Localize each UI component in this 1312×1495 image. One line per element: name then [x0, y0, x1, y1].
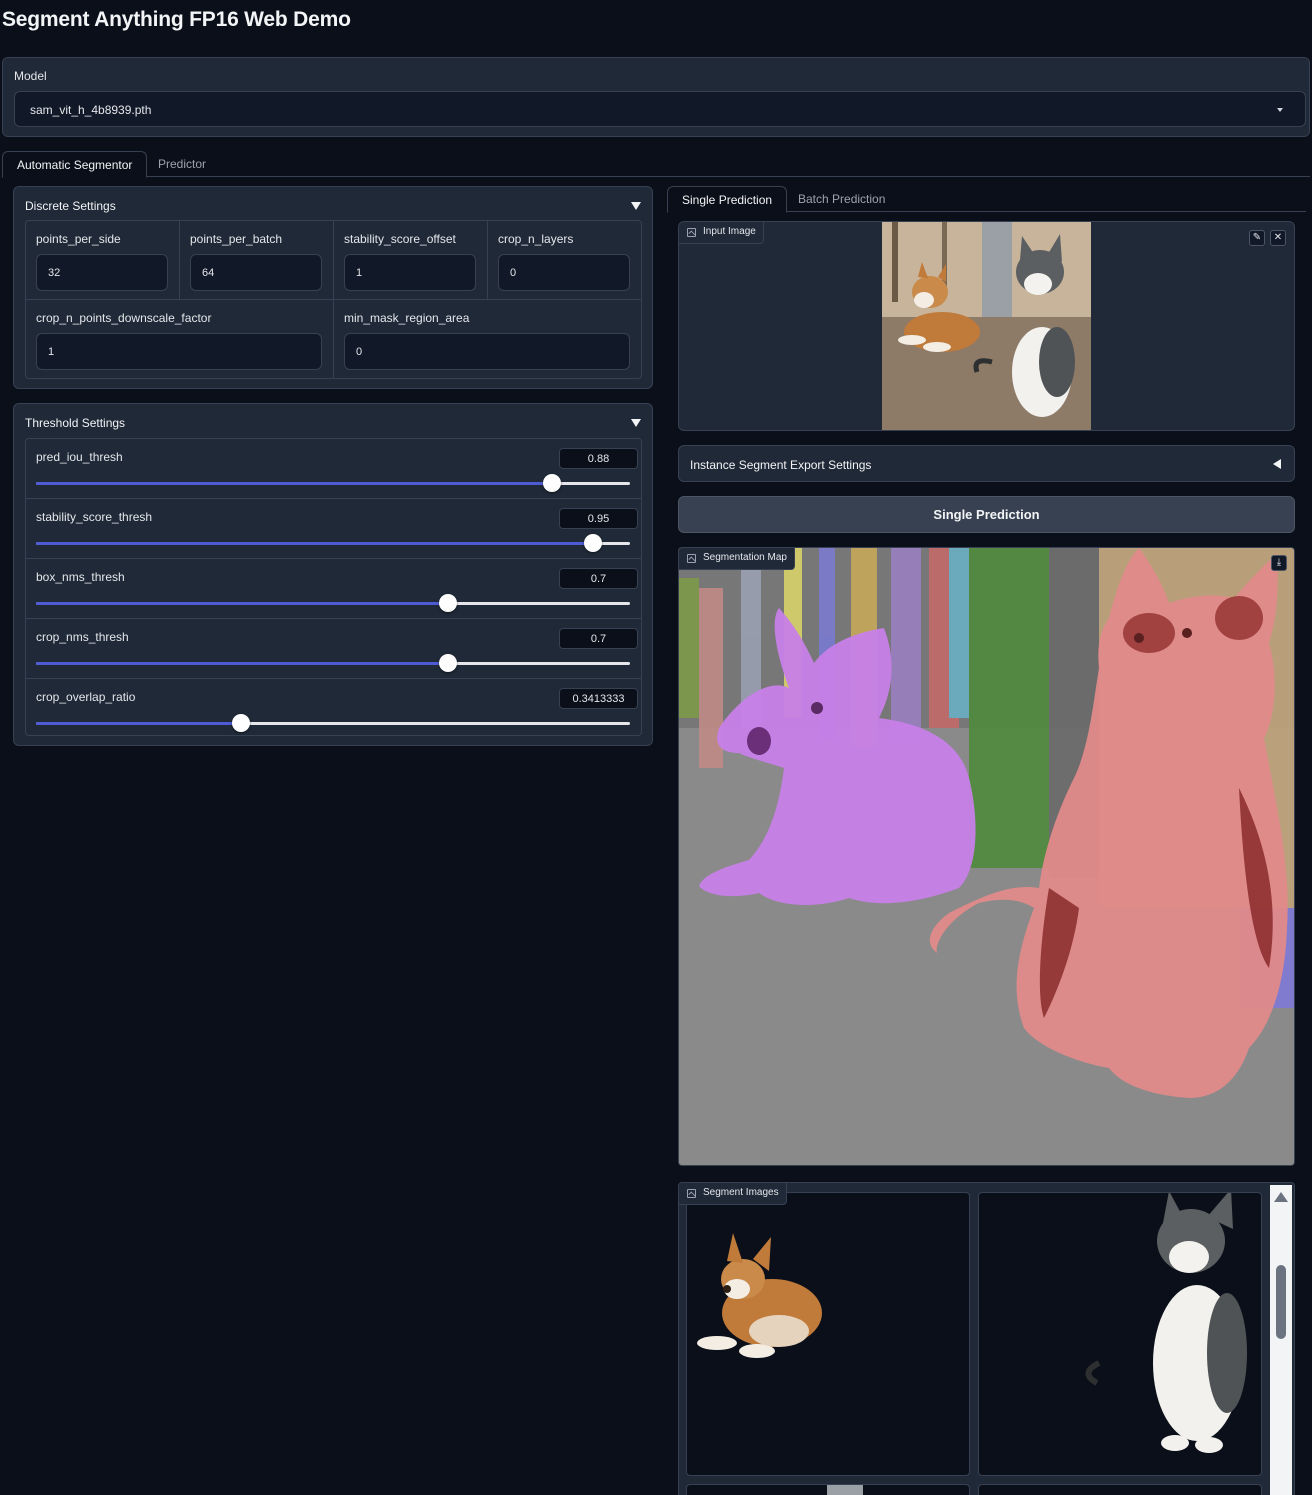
points-per-batch-input[interactable]: 64 [190, 254, 322, 291]
model-label: Model [14, 69, 47, 83]
model-block: Model sam_vit_h_4b8939.pth [2, 57, 1310, 137]
segment-images-label: Segment Images [679, 1183, 787, 1205]
slider-label: stability_score_thresh [36, 510, 153, 524]
points-per-side-input[interactable]: 32 [36, 254, 168, 291]
export-settings-title: Instance Segment Export Settings [690, 458, 872, 472]
collapse-triangle-icon[interactable] [631, 419, 641, 427]
segmentation-map-label: Segmentation Map [679, 548, 795, 570]
expand-triangle-icon[interactable] [1273, 459, 1281, 469]
image-icon [687, 1189, 696, 1198]
app-title: Segment Anything FP16 Web Demo [2, 8, 351, 31]
field-crop-n-layers: crop_n_layers 0 [488, 221, 641, 300]
gallery-scrollbar[interactable] [1270, 1185, 1292, 1495]
discrete-settings-panel: Discrete Settings points_per_side 32 poi… [13, 186, 653, 389]
crop-overlap-ratio-number[interactable]: 0.3413333 [559, 688, 638, 709]
slider-handle[interactable] [231, 714, 250, 732]
field-label: min_mask_region_area [344, 311, 470, 325]
segment-thumbnail-4[interactable] [978, 1484, 1262, 1495]
input-image-label: Input Image [679, 222, 764, 244]
pred-iou-thresh-number[interactable]: 0.88 [559, 448, 638, 469]
slider-track[interactable] [36, 594, 630, 612]
stability-score-offset-input[interactable]: 1 [344, 254, 476, 291]
cat-cutout [1085, 1193, 1247, 1453]
pencil-icon[interactable]: ✎ [1249, 230, 1265, 246]
single-prediction-button[interactable]: Single Prediction [678, 496, 1295, 533]
segment-cutout-3 [827, 1485, 863, 1495]
slider-label: box_nms_thresh [36, 570, 125, 584]
tab-predictor[interactable]: Predictor [144, 151, 220, 177]
slider-handle[interactable] [542, 474, 561, 492]
field-label: points_per_batch [190, 232, 283, 246]
box-nms-thresh-number[interactable]: 0.7 [559, 568, 638, 589]
field-crop-n-points-downscale-factor: crop_n_points_downscale_factor 1 [26, 300, 334, 378]
slider-label: pred_iou_thresh [36, 450, 123, 464]
stability-score-thresh-number[interactable]: 0.95 [559, 508, 638, 529]
scroll-up-arrow-icon[interactable] [1274, 1192, 1288, 1202]
model-dropdown[interactable]: sam_vit_h_4b8939.pth [14, 91, 1306, 127]
tab-automatic-segmentor[interactable]: Automatic Segmentor [2, 151, 148, 178]
field-label: points_per_side [36, 232, 121, 246]
slider-pred-iou-thresh: pred_iou_thresh 0.88 [26, 439, 641, 499]
collapse-triangle-icon[interactable] [631, 202, 641, 210]
download-icon[interactable]: ⤓ [1271, 555, 1287, 571]
scrollbar-thumb[interactable] [1276, 1265, 1286, 1339]
slider-handle[interactable] [439, 594, 458, 612]
field-points-per-side: points_per_side 32 [26, 221, 180, 300]
tab-single-prediction[interactable]: Single Prediction [667, 186, 788, 213]
slider-label: crop_nms_thresh [36, 630, 129, 644]
tab-batch-prediction[interactable]: Batch Prediction [784, 186, 899, 212]
discrete-settings-title[interactable]: Discrete Settings [25, 199, 116, 213]
crop-n-points-downscale-factor-input[interactable]: 1 [36, 333, 322, 370]
crop-n-layers-input[interactable]: 0 [498, 254, 630, 291]
close-icon[interactable]: ✕ [1270, 230, 1286, 246]
slider-track[interactable] [36, 534, 630, 552]
input-photo [882, 222, 1091, 430]
threshold-settings-title[interactable]: Threshold Settings [25, 416, 125, 430]
field-label: stability_score_offset [344, 232, 456, 246]
segmentation-map: Segmentation Map ⤓ [678, 547, 1295, 1166]
slider-crop-overlap-ratio: crop_overlap_ratio 0.3413333 [26, 679, 641, 735]
slider-handle[interactable] [439, 654, 458, 672]
field-points-per-batch: points_per_batch 64 [180, 221, 334, 300]
prediction-tab-bar: Single Prediction Batch Prediction [667, 186, 1306, 213]
export-settings-accordion[interactable]: Instance Segment Export Settings [678, 445, 1295, 482]
slider-stability-score-thresh: stability_score_thresh 0.95 [26, 499, 641, 559]
slider-crop-nms-thresh: crop_nms_thresh 0.7 [26, 619, 641, 679]
slider-track[interactable] [36, 654, 630, 672]
slider-track[interactable] [36, 474, 630, 492]
image-icon [687, 228, 696, 237]
segmentation-photo [679, 548, 1294, 1165]
threshold-settings-panel: Threshold Settings pred_iou_thresh 0.88 … [13, 403, 653, 746]
main-tab-bar: Automatic Segmentor Predictor [2, 151, 1310, 178]
model-dropdown-value: sam_vit_h_4b8939.pth [30, 103, 152, 117]
min-mask-region-area-input[interactable]: 0 [344, 333, 630, 370]
field-label: crop_n_points_downscale_factor [36, 311, 212, 325]
image-icon [687, 554, 696, 563]
crop-nms-thresh-number[interactable]: 0.7 [559, 628, 638, 649]
slider-track[interactable] [36, 714, 630, 732]
segment-thumbnail-cat[interactable] [978, 1192, 1262, 1476]
field-label: crop_n_layers [498, 232, 574, 246]
field-stability-score-offset: stability_score_offset 1 [334, 221, 488, 300]
discrete-settings-grid: points_per_side 32 points_per_batch 64 s… [25, 220, 642, 379]
chevron-down-icon [1277, 108, 1283, 112]
slider-box-nms-thresh: box_nms_thresh 0.7 [26, 559, 641, 619]
segment-images-gallery: Segment Images [678, 1182, 1295, 1495]
segment-thumbnail-dog[interactable] [686, 1192, 970, 1476]
segment-thumbnail-3[interactable] [686, 1484, 970, 1495]
dog-cutout [697, 1233, 822, 1358]
slider-handle[interactable] [583, 534, 602, 552]
input-image-block[interactable]: Input Image ✎ ✕ [678, 221, 1295, 431]
field-min-mask-region-area: min_mask_region_area 0 [334, 300, 641, 378]
slider-label: crop_overlap_ratio [36, 690, 136, 704]
threshold-slider-list: pred_iou_thresh 0.88 stability_score_thr… [25, 438, 642, 736]
